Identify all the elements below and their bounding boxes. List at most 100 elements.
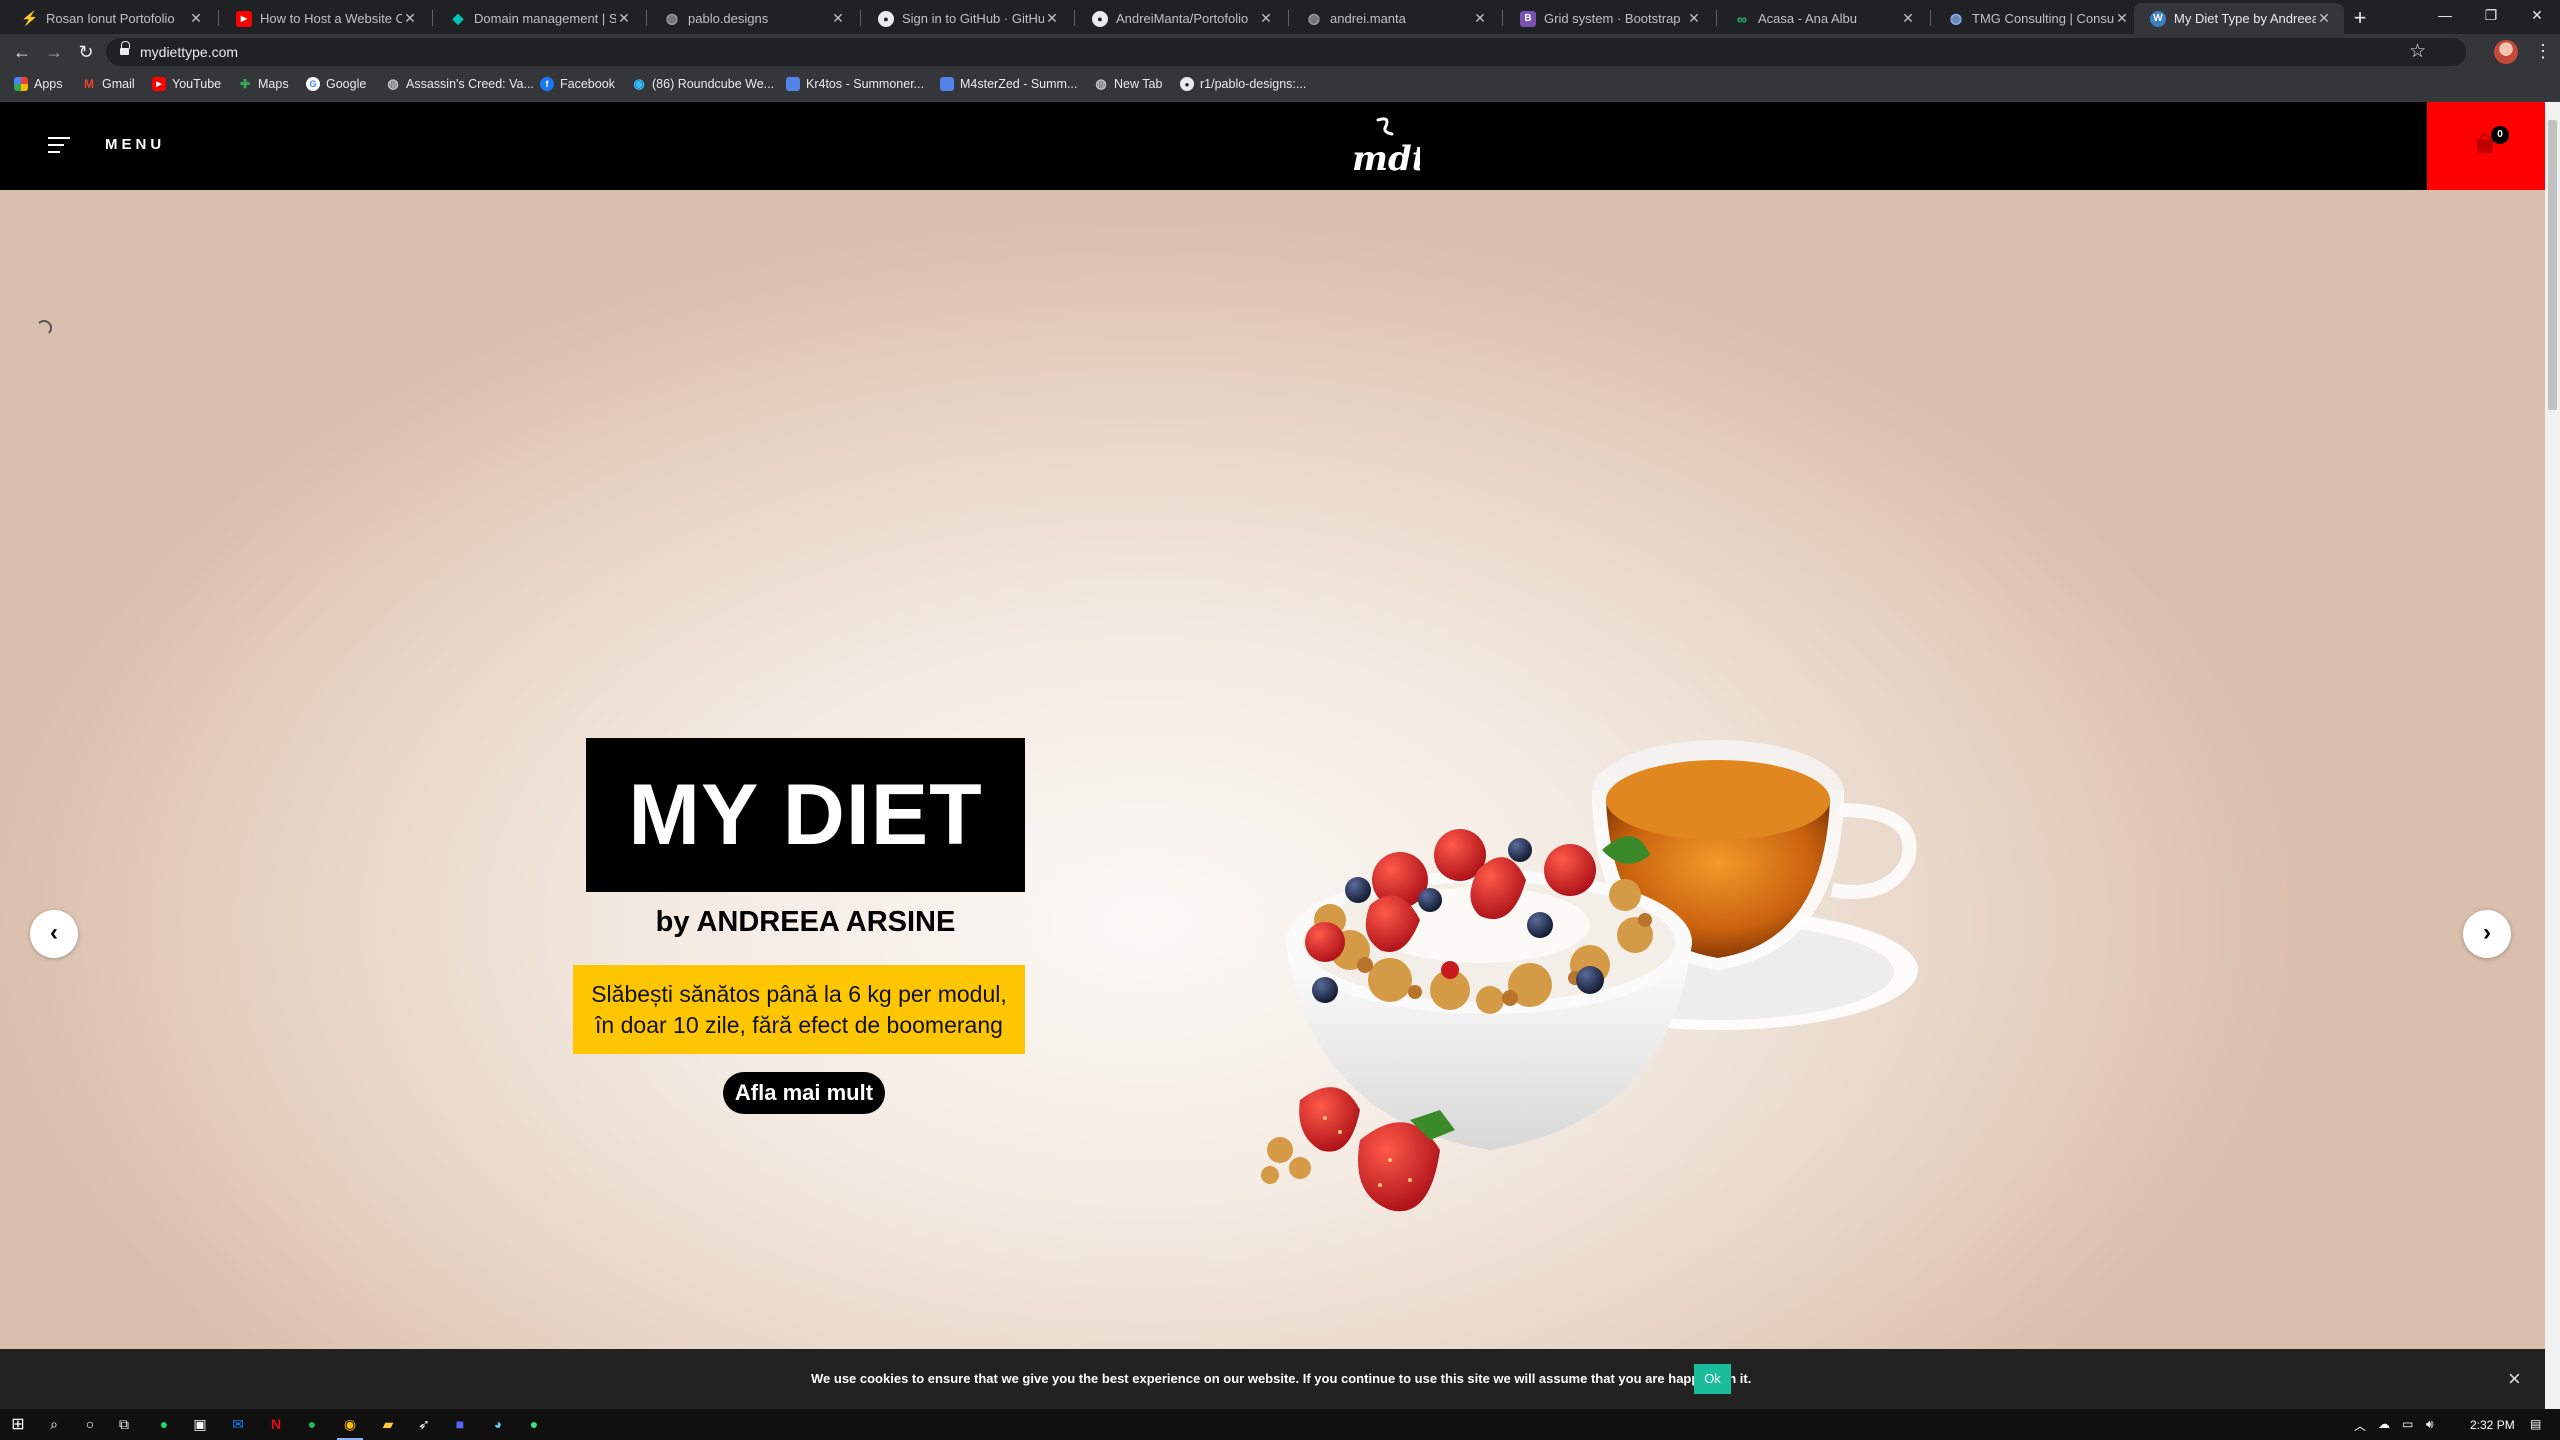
close-tab-icon[interactable]: ✕ <box>2114 10 2130 27</box>
back-button[interactable]: ← <box>10 40 34 64</box>
close-tab-icon[interactable]: ✕ <box>1472 10 1488 27</box>
close-tab-icon[interactable]: ✕ <box>616 10 632 27</box>
chrome-icon[interactable]: ◉ <box>340 1414 360 1434</box>
prev-slide-button[interactable]: ‹ <box>30 910 78 958</box>
tab-title: How to Host a Website On G <box>260 11 402 26</box>
windows-start-icon[interactable]: ⊞ <box>8 1414 28 1434</box>
browser-tab[interactable]: ● Sign in to GitHub · GitHub ✕ <box>862 3 1072 34</box>
bookmark-label: Facebook <box>560 77 615 91</box>
cart-button[interactable]: 0 <box>2427 102 2545 190</box>
learn-more-button[interactable]: Afla mai mult <box>723 1072 885 1114</box>
close-window-button[interactable]: ✕ <box>2514 0 2560 34</box>
browser-tab-active[interactable]: W My Diet Type by Andreea A ✕ <box>2134 3 2344 34</box>
store-icon[interactable]: ▣ <box>190 1414 210 1434</box>
taskbar-clock[interactable]: 2:32 PM <box>2470 1418 2515 1432</box>
bookmark-youtube[interactable]: ▶ YouTube <box>152 77 221 91</box>
bookmark-roundcube[interactable]: ◉ (86) Roundcube We... <box>632 76 775 91</box>
site-logo[interactable]: mdt <box>1346 112 1428 180</box>
bookmark-label: (86) Roundcube We... <box>652 77 775 91</box>
arrow-app-icon[interactable]: ➶ <box>414 1414 434 1434</box>
page-viewport: MENU mdt 0 MY DIET by ANDREEA ARSINE Slă… <box>0 102 2545 1409</box>
tab-title: TMG Consulting | Consulta <box>1972 11 2114 26</box>
profile-avatar[interactable] <box>2494 40 2518 64</box>
reload-button[interactable]: ↻ <box>74 40 98 64</box>
close-tab-icon[interactable]: ✕ <box>402 10 418 27</box>
cookie-close-icon[interactable]: × <box>2508 1366 2521 1392</box>
bookmark-label: Google <box>326 77 367 91</box>
browser-tab[interactable]: ⚡ Rosan Ionut Portofolio ✕ <box>6 3 216 34</box>
bookmark-kr4tos[interactable]: Kr4tos - Summoner... <box>786 77 924 91</box>
address-bar[interactable]: mydiettype.com ☆ <box>106 38 2466 66</box>
hero-slider: MY DIET by ANDREEA ARSINE Slăbești sănăt… <box>0 190 2545 1409</box>
tray-chevron-icon[interactable]: ︿ <box>2354 1417 2366 1434</box>
discord-icon[interactable]: ■ <box>450 1414 470 1434</box>
promo-line-1: Slăbești sănătos până la 6 kg per modul, <box>591 980 1007 1007</box>
tab-title: My Diet Type by Andreea A <box>2174 11 2316 26</box>
forward-button[interactable]: → <box>42 40 66 64</box>
bookmark-facebook[interactable]: f Facebook <box>540 77 615 91</box>
browser-tab[interactable]: ◍ pablo.designs ✕ <box>648 3 858 34</box>
bookmark-star-icon[interactable]: ☆ <box>2409 40 2426 63</box>
bookmark-m4sterzed[interactable]: M4sterZed - Summ... <box>940 77 1077 91</box>
browser-tab[interactable]: B Grid system · Bootstrap ✕ <box>1504 3 1714 34</box>
close-tab-icon[interactable]: ✕ <box>830 10 846 27</box>
close-tab-icon[interactable]: ✕ <box>1686 10 1702 27</box>
onedrive-icon[interactable]: ☁ <box>2378 1417 2390 1431</box>
bookmark-label: Apps <box>34 77 63 91</box>
link-icon: ∞ <box>1737 10 1747 27</box>
steam-icon[interactable]: ◕ <box>488 1414 508 1434</box>
browser-menu-icon[interactable]: ⋮ <box>2534 40 2552 64</box>
network-icon[interactable]: ▭ <box>2402 1417 2413 1431</box>
close-tab-icon[interactable]: ✕ <box>1258 10 1274 27</box>
close-tab-icon[interactable]: ✕ <box>1900 10 1916 27</box>
bookmark-google[interactable]: G Google <box>306 77 366 91</box>
site-header: MENU mdt 0 <box>0 102 2545 190</box>
hamburger-menu-icon[interactable] <box>48 135 70 155</box>
restore-button[interactable]: ❐ <box>2468 0 2514 34</box>
volume-icon[interactable]: 🔊︎ <box>2426 1417 2434 1432</box>
minimize-button[interactable]: — <box>2422 0 2468 34</box>
mail-icon[interactable]: ✉ <box>228 1414 248 1434</box>
bookmark-label: New Tab <box>1114 77 1163 91</box>
globe-icon: ◍ <box>1095 76 1107 91</box>
next-slide-button[interactable]: › <box>2463 910 2511 958</box>
bookmark-gmail[interactable]: M Gmail <box>82 77 135 91</box>
chevron-right-icon: › <box>2483 919 2491 946</box>
browser-tab[interactable]: ∞ Acasa - Ana Albu ✕ <box>1718 3 1928 34</box>
bookmark-new-tab[interactable]: ◍ New Tab <box>1094 76 1163 91</box>
bookmark-maps[interactable]: ✚ Maps <box>238 77 289 91</box>
netflix-icon[interactable]: N <box>266 1414 286 1434</box>
youtube-icon: ▶ <box>236 10 252 27</box>
close-tab-icon[interactable]: ✕ <box>188 10 204 27</box>
roundcube-icon: ◉ <box>633 76 645 91</box>
browser-tab[interactable]: ◍ andrei.manta ✕ <box>1290 3 1500 34</box>
maps-icon: ✚ <box>239 77 251 91</box>
browser-tab[interactable]: ◍ TMG Consulting | Consulta ✕ <box>1932 3 2142 34</box>
new-tab-button[interactable]: + <box>2346 4 2374 32</box>
notifications-icon[interactable]: ▤ <box>2530 1417 2541 1431</box>
tab-strip: ⚡ Rosan Ionut Portofolio ✕ ▶ How to Host… <box>0 0 2560 34</box>
bookmark-pablo-designs[interactable]: ● r1/pablo-designs:... <box>1180 77 1306 91</box>
close-tab-icon[interactable]: ✕ <box>1044 10 1060 27</box>
task-view-icon[interactable]: ⧉ <box>114 1414 134 1434</box>
cortana-icon[interactable]: ○ <box>80 1414 100 1434</box>
file-explorer-icon[interactable]: ▰ <box>378 1414 398 1434</box>
scrollbar-thumb[interactable] <box>2548 120 2557 410</box>
slide-promo-box: Slăbești sănătos până la 6 kg per modul,… <box>573 965 1025 1054</box>
close-tab-icon[interactable]: ✕ <box>2316 10 2332 27</box>
bookmark-apps[interactable]: Apps <box>14 77 63 91</box>
browser-tab[interactable]: ▶ How to Host a Website On G ✕ <box>220 3 430 34</box>
tab-title: Grid system · Bootstrap <box>1544 11 1681 26</box>
globe-icon: ◍ <box>1307 10 1321 26</box>
browser-tab[interactable]: ◆ Domain management | Site ✕ <box>434 3 644 34</box>
bookmark-assassins-creed[interactable]: ◍ Assassin's Creed: Va... <box>386 76 534 91</box>
search-icon[interactable]: ⌕ <box>44 1414 64 1434</box>
cookie-ok-button[interactable]: Ok <box>1694 1364 1731 1394</box>
spotify-icon[interactable]: ● <box>302 1414 322 1434</box>
whatsapp-icon[interactable]: ● <box>154 1414 174 1434</box>
globe-icon: ◍ <box>665 10 679 26</box>
menu-label[interactable]: MENU <box>105 136 165 153</box>
slide-byline: by ANDREEA ARSINE <box>655 906 956 938</box>
app-icon[interactable]: ● <box>524 1414 544 1434</box>
browser-tab[interactable]: ● AndreiManta/Portofolio ✕ <box>1076 3 1286 34</box>
